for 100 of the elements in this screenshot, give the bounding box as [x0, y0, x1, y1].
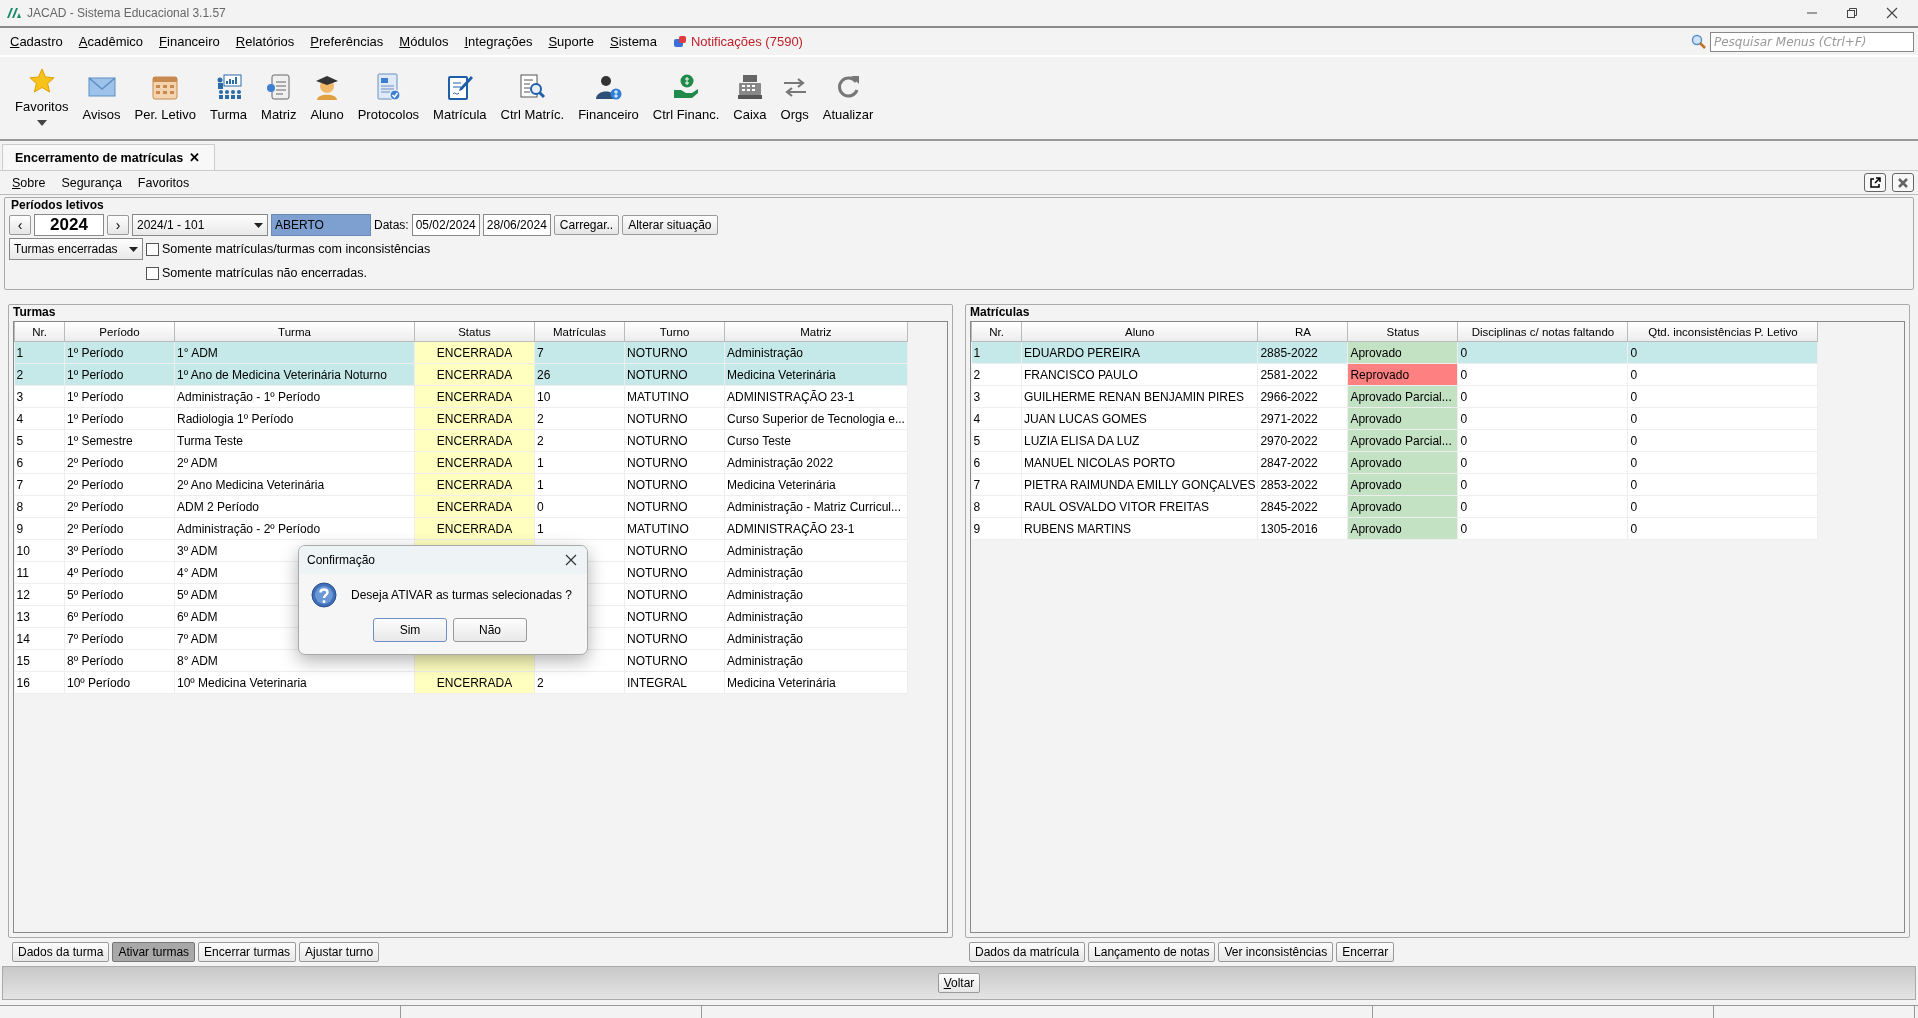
close-icon[interactable] [565, 554, 577, 566]
column-header[interactable]: Turno [624, 322, 725, 342]
table-row[interactable]: 4 JUAN LUCAS GOMES 2971-2022 Aprovado 0 0 [971, 407, 1818, 430]
menu-item[interactable]: Segurança [61, 175, 122, 190]
start-date-field[interactable]: 05/02/2024 [411, 214, 480, 236]
toolbar-button[interactable]: Matrícula [426, 63, 494, 122]
column-header[interactable]: Status [414, 322, 535, 342]
table-cell: 0 [1627, 429, 1818, 452]
table-cell: 0 [1627, 407, 1818, 430]
column-header[interactable]: Disciplinas c/ notas faltando [1457, 322, 1628, 342]
checkbox[interactable] [146, 242, 159, 256]
column-header[interactable]: Matrículas [534, 322, 625, 342]
table-row[interactable]: 9 RUBENS MARTINS 1305-2016 Aprovado 0 0 [971, 517, 1818, 540]
toolbar-button[interactable]: Orgs [773, 63, 816, 122]
restore-icon[interactable] [1846, 7, 1858, 19]
table-cell: NOTURNO [624, 451, 725, 474]
column-header[interactable]: Nr. [14, 322, 65, 342]
toolbar-button[interactable]: Ctrl Financ. [645, 63, 727, 122]
toolbar-button[interactable]: Ctrl Matríc. [493, 63, 572, 122]
toolbar-button[interactable]: Aluno [303, 63, 351, 122]
table-cell: 13 [14, 605, 65, 628]
table-row[interactable]: 3 1º Período Administração - 1º Período ENCERRADA 10 MATUTINO ADMINISTRAÇÃO 23-1 [14, 385, 908, 408]
filter-dropdown[interactable]: Turmas encerradas [9, 238, 143, 260]
menu-item[interactable]: Financeiro [159, 32, 220, 51]
table-row[interactable]: 6 2º Período 2º ADM ENCERRADA 1 NOTURNO Administração 2022 [14, 451, 908, 474]
document-icon [264, 73, 293, 101]
action-button[interactable]: Ver inconsistências [1218, 942, 1334, 962]
table-cell: 0 [1627, 473, 1818, 496]
table-cell: 7 [534, 341, 625, 364]
menu-item[interactable]: Favoritos [137, 175, 190, 190]
action-button[interactable]: Dados da turma [12, 942, 110, 962]
column-header[interactable]: Status [1347, 322, 1458, 342]
detach-button[interactable] [1864, 173, 1886, 192]
column-header[interactable]: Turma [174, 322, 415, 342]
table-row[interactable]: 1 1º Período 1° ADM ENCERRADA 7 NOTURNO Administração [14, 341, 908, 364]
action-button[interactable]: Ajustar turno [299, 942, 380, 962]
action-button[interactable]: Alterar situação [622, 215, 718, 235]
table-row[interactable]: 4 1º Período Radiologia 1º Período ENCERRADA 2 NOTURNO Curso Superior de Tecnologia e... [14, 407, 908, 430]
table-row[interactable]: 6 MANUEL NICOLAS PORTO 2847-2022 Aprovado 0 0 [971, 451, 1818, 474]
year-field[interactable]: 2024 [34, 214, 104, 236]
action-button[interactable]: Dados da matrícula [969, 942, 1086, 962]
menu-item[interactable]: Acadêmico [78, 32, 144, 51]
menu-item[interactable]: Cadastro [10, 32, 63, 51]
toolbar-button[interactable]: Financeiro [571, 63, 646, 122]
table-row[interactable]: 8 2º Período ADM 2 Período ENCERRADA 0 NOTURNO Administração - Matriz Curricul... [14, 495, 908, 518]
table-row[interactable]: 5 LUZIA ELISA DA LUZ 2970-2022 Aprovado Parcial... 0 0 [971, 429, 1818, 452]
table-row[interactable]: 2 1º Período 1º Ano de Medicina Veterinária Noturno ENCERRADA 26 NOTURNO Medicina Veterinária [14, 363, 908, 386]
column-header[interactable]: Aluno [1021, 322, 1258, 342]
table-cell: NOTURNO [624, 627, 725, 650]
column-header[interactable]: Nr. [971, 322, 1022, 342]
table-cell: 9 [971, 517, 1022, 540]
close-tab-button[interactable]: ✕ [189, 150, 201, 165]
table-row[interactable]: 1 EDUARDO PEREIRA 2885-2022 Aprovado 0 0 [971, 341, 1818, 364]
period-dropdown[interactable]: 2024/1 - 101 [132, 214, 268, 236]
table-row[interactable]: 7 2º Período 2º Ano Medicina Veterinária ENCERRADA 1 NOTURNO Medicina Veterinária [14, 473, 908, 496]
toolbar-button[interactable]: Per. Letivo [127, 63, 203, 122]
action-button[interactable]: Encerrar turmas [198, 942, 297, 962]
column-header[interactable]: Período [64, 322, 175, 342]
menu-item[interactable]: Sistema [609, 32, 657, 51]
toolbar-button[interactable]: Turma [202, 63, 255, 122]
table-row[interactable]: 16 10º Período 10º Medicina Veterinaria ENCERRADA 2 INTEGRAL Medicina Veterinária [14, 671, 908, 694]
toolbar-button[interactable]: Atualizar [815, 63, 881, 122]
table-row[interactable]: 9 2º Período Administração - 2º Período ENCERRADA 1 MATUTINO ADMINISTRAÇÃO 23-1 [14, 517, 908, 540]
column-header[interactable]: Matriz [724, 322, 908, 342]
menu-item[interactable]: Sobre [12, 175, 46, 190]
toolbar-button[interactable]: Avisos [75, 63, 128, 122]
dialog-button[interactable]: Sim [373, 618, 447, 642]
action-button[interactable]: Encerrar [1336, 942, 1395, 962]
action-button[interactable]: Lançamento de notas [1088, 942, 1216, 962]
column-header[interactable]: RA [1257, 322, 1348, 342]
table-row[interactable]: 7 PIETRA RAIMUNDA EMILLY GONÇALVES 2853-2022 Aprovado 0 0 [971, 473, 1818, 496]
panel-title: Matrículas [970, 305, 1031, 319]
toolbar-button[interactable]: Favoritos [8, 63, 76, 126]
checkbox[interactable] [146, 266, 159, 280]
table-row[interactable]: 2 FRANCISCO PAULO 2581-2022 Reprovado 0 0 [971, 363, 1818, 386]
document-tab[interactable]: Encerramento de matrículas ✕ [2, 144, 216, 170]
toolbar-button[interactable]: Caixa [726, 63, 774, 122]
table-row[interactable]: 8 RAUL OSVALDO VITOR FREITAS 2845-2022 Aprovado 0 0 [971, 495, 1818, 518]
table-cell: 0 [1457, 407, 1628, 430]
close-button[interactable] [1892, 173, 1914, 192]
previous-year-button[interactable]: ‹ [9, 215, 31, 235]
column-header[interactable]: Qtd. inconsistências P. Letivo [1627, 322, 1818, 342]
action-button[interactable]: Carregar.. [553, 215, 620, 235]
next-year-button[interactable]: › [107, 215, 129, 235]
table-row[interactable]: 5 1º Semestre Turma Teste ENCERRADA 2 NOTURNO Curso Teste [14, 429, 908, 452]
menu-item[interactable]: Integrações [464, 32, 533, 51]
menu-item[interactable]: Suporte [548, 32, 594, 51]
menu-item[interactable]: Módulos [399, 32, 449, 51]
toolbar-button[interactable]: Protocolos [350, 63, 427, 122]
menu-item[interactable]: Preferências [310, 32, 384, 51]
back-button[interactable]: Voltar [937, 973, 981, 993]
menu-item[interactable]: Relatórios [235, 32, 295, 51]
table-row[interactable]: 3 GUILHERME RENAN BENJAMIN PIRES 2966-2022 Aprovado Parcial... 0 0 [971, 385, 1818, 408]
toolbar-button[interactable]: Matriz [254, 63, 304, 122]
end-date-field[interactable]: 28/06/2024 [482, 214, 551, 236]
search-field[interactable]: Pesquisar Menus (Ctrl+F) [1710, 31, 1914, 52]
notifications-link[interactable]: Notificações (7590) [690, 34, 803, 49]
close-icon[interactable] [1886, 7, 1898, 19]
dialog-button[interactable]: Não [453, 618, 527, 642]
action-button[interactable]: Ativar turmas [112, 942, 196, 962]
